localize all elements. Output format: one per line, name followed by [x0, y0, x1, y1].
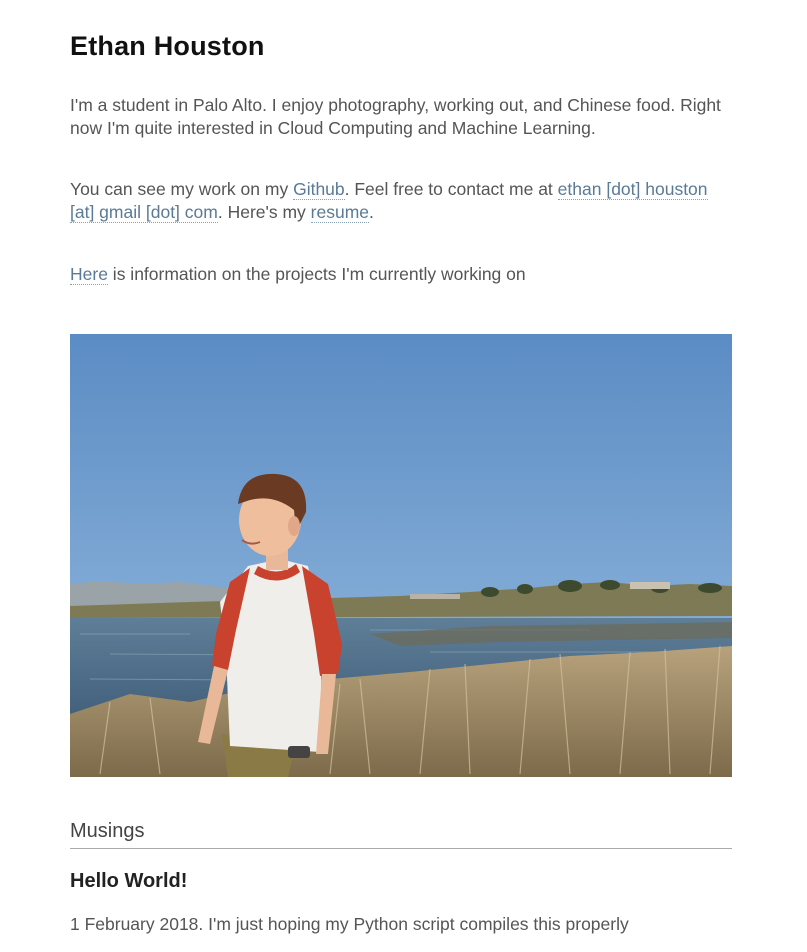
projects-link[interactable]: Here — [70, 264, 108, 285]
contact-middle: . Feel free to contact me at — [344, 179, 558, 199]
contact-paragraph: You can see my work on my Github. Feel f… — [70, 178, 732, 224]
resume-link[interactable]: resume — [310, 202, 370, 223]
resume-prefix: . Here's my — [217, 202, 311, 222]
profile-photo — [70, 334, 732, 777]
projects-text: is information on the projects I'm curre… — [107, 264, 526, 284]
intro-paragraph: I'm a student in Palo Alto. I enjoy phot… — [70, 95, 721, 138]
projects-paragraph: Here is information on the projects I'm … — [70, 263, 732, 286]
contact-suffix: . — [369, 202, 374, 222]
musings-heading: Musings — [70, 820, 732, 849]
contact-prefix: You can see my work on my — [70, 179, 294, 199]
profile-photo-image — [70, 334, 732, 777]
post-snippet: 1 February 2018. I'm just hoping my Pyth… — [70, 914, 629, 934]
page-title: Ethan Houston — [70, 31, 265, 61]
post-title[interactable]: Hello World! — [70, 870, 187, 893]
github-link[interactable]: Github — [293, 179, 345, 200]
